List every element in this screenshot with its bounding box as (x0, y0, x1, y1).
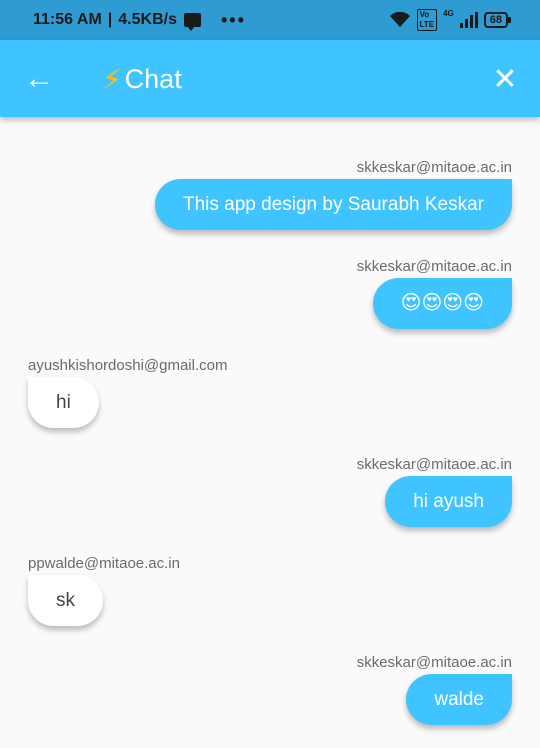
message-bubble[interactable]: sk (28, 575, 103, 626)
message-bubble[interactable]: hi (28, 377, 99, 428)
chat-message-sent: skkeskar@mitaoe.ac.in 😍😍😍😍 (357, 258, 512, 329)
message-sender: ppwalde@mitaoe.ac.in (28, 555, 180, 572)
message-sender: skkeskar@mitaoe.ac.in (356, 456, 512, 473)
message-sender: ayushkishordoshi@gmail.com (28, 357, 228, 374)
message-sender: skkeskar@mitaoe.ac.in (356, 258, 512, 275)
status-speed: 4.5KB/s (118, 11, 177, 28)
message-bubble[interactable]: This app design by Saurabh Keskar (154, 179, 512, 230)
network-type: 4G (443, 9, 454, 18)
status-divider: | (107, 11, 113, 28)
signal-icon (459, 12, 478, 28)
status-right: Vo LTE 4G 68 (389, 9, 512, 31)
wifi-icon (389, 12, 410, 27)
chat-message-sent: skkeskar@mitaoe.ac.in walde (357, 654, 512, 725)
page-title: ⚡ Chat (102, 59, 182, 99)
more-notifications-icon: ••• (220, 9, 246, 30)
message-bubble[interactable]: hi ayush (385, 476, 512, 527)
chat-message-sent: skkeskar@mitaoe.ac.in hi ayush (357, 456, 512, 527)
message-sender: skkeskar@mitaoe.ac.in (356, 159, 512, 176)
page-title-text: Chat (124, 63, 182, 94)
status-left: 11:56 AM | 4.5KB/s ••• (33, 10, 246, 31)
back-arrow-icon[interactable]: ← (22, 62, 56, 96)
status-time: 11:56 AM (33, 11, 102, 28)
app-bar: ← ⚡ Chat ✕ (0, 40, 540, 117)
message-sender: skkeskar@mitaoe.ac.in (356, 654, 512, 671)
status-bar: 11:56 AM | 4.5KB/s ••• Vo LTE 4G 68 (0, 0, 540, 40)
message-notification-icon (183, 13, 201, 31)
battery-icon: 68 (483, 12, 512, 28)
message-bubble[interactable]: 😍😍😍😍 (372, 278, 512, 329)
close-icon[interactable]: ✕ (488, 62, 522, 96)
lightning-bolt-icon: ⚡ (102, 63, 122, 95)
chat-message-received: ayushkishordoshi@gmail.com hi (28, 357, 227, 428)
chat-message-sent: skkeskar@mitaoe.ac.in This app design by… (154, 159, 512, 230)
volte-icon: Vo LTE (416, 9, 438, 31)
chat-message-received: ppwalde@mitaoe.ac.in sk (28, 555, 180, 626)
chat-message-list[interactable]: skkeskar@mitaoe.ac.in This app design by… (0, 117, 540, 748)
message-bubble[interactable]: walde (406, 674, 512, 725)
